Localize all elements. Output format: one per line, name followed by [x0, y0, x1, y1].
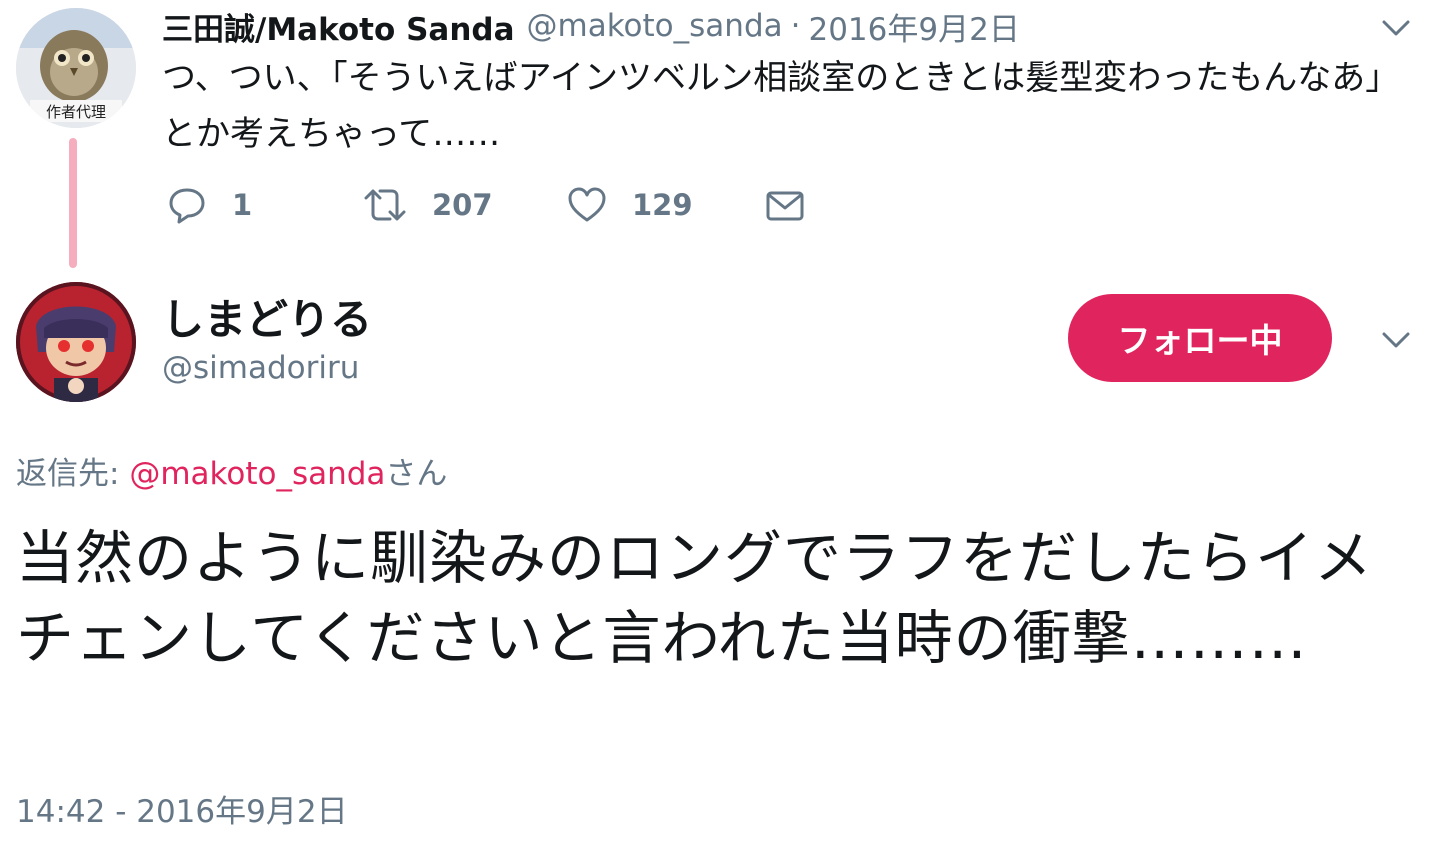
thread-connector-line [69, 138, 77, 268]
parent-tweet-header: 三田誠/Makoto Sanda @makoto_sanda · 2016年9月… [162, 4, 1020, 49]
replying-to-mention-link[interactable]: @makoto_sanda [129, 456, 385, 492]
replying-to-prefix: 返信先: [16, 456, 130, 492]
retweet-button[interactable]: 207 [362, 180, 493, 230]
following-button[interactable]: フォロー中 [1068, 294, 1332, 382]
parent-tweet-date[interactable]: 2016年9月2日 [808, 4, 1019, 49]
envelope-icon [766, 191, 804, 221]
chevron-down-icon [1382, 20, 1410, 36]
parent-tweet-menu-button[interactable] [1376, 10, 1416, 46]
main-tweet-timestamp[interactable]: 14:42 - 2016年9月2日 [16, 786, 348, 831]
reply-button[interactable]: 1 [166, 180, 252, 230]
svg-text:作者代理: 作者代理 [46, 103, 106, 121]
retweet-icon [364, 189, 406, 221]
main-tweet-text: 当然のように馴染みのロングでラフをだしたらイメチェンしてくださいと言われた当時の… [16, 524, 1374, 672]
replying-to-suffix: さん [385, 456, 448, 492]
parent-tweet-text: つ、つい、「そういえばアインツベルン相談室のときとは髪型変わったもんなあ」とか考… [162, 58, 1400, 154]
parent-author-handle[interactable]: @makoto_sanda [527, 8, 783, 44]
character-avatar-image [16, 282, 136, 402]
main-author-handle[interactable]: @simadoriru [162, 350, 359, 386]
heart-icon [568, 187, 606, 222]
replying-to-line: 返信先: @makoto_sandaさん [16, 448, 447, 493]
like-count: 129 [632, 188, 693, 222]
chevron-down-icon [1382, 332, 1410, 348]
owl-avatar-image: 作者代理 [16, 8, 136, 128]
parent-author-name[interactable]: 三田誠/Makoto Sanda [162, 4, 515, 49]
main-author-avatar[interactable] [16, 282, 136, 402]
main-tweet-menu-button[interactable] [1376, 322, 1416, 358]
reply-icon [169, 188, 205, 224]
parent-author-avatar[interactable]: 作者代理 [16, 8, 136, 128]
header-separator: · [790, 8, 801, 44]
direct-message-button[interactable] [764, 180, 806, 230]
like-button[interactable]: 129 [566, 180, 693, 230]
retweet-count: 207 [432, 188, 493, 222]
reply-count: 1 [232, 188, 253, 222]
main-author-name[interactable]: しまどりる [162, 286, 372, 347]
